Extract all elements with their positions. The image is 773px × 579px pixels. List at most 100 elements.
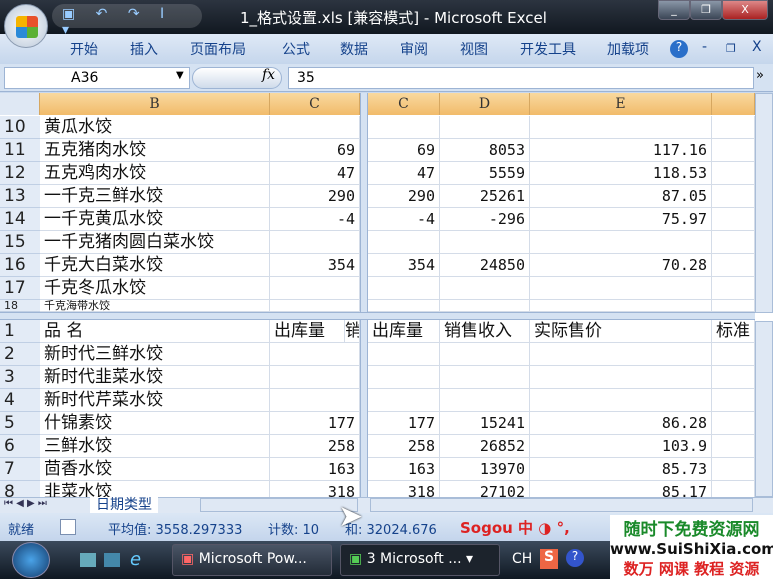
quick-access-toolbar[interactable]: ▣ ↶ ↷ I ▾ [52, 4, 202, 38]
cell[interactable]: 一千克三鲜水饺 [40, 185, 270, 208]
taskbar-item-powerpoint[interactable]: ▣ Microsoft Pow... [172, 544, 332, 576]
cell[interactable]: 177 [368, 412, 440, 435]
row-header[interactable]: 13 [0, 185, 40, 208]
tab-review[interactable]: 审阅 [400, 39, 428, 59]
cell[interactable]: 千克海带水饺 [40, 300, 270, 312]
cell[interactable] [368, 366, 440, 389]
tab-addins[interactable]: 加载项 [607, 39, 649, 59]
taskbar-item-excel[interactable]: ▣ 3 Microsoft ... ▾ [340, 544, 500, 576]
name-box[interactable]: A36 [4, 67, 190, 89]
cell[interactable] [440, 366, 530, 389]
cell[interactable]: 354 [270, 254, 360, 277]
vertical-split-bar[interactable] [360, 93, 368, 497]
cell[interactable] [368, 116, 440, 139]
row-header[interactable]: 7 [0, 458, 40, 481]
cell[interactable]: 75.97 [530, 208, 712, 231]
cell[interactable]: 26852 [440, 435, 530, 458]
cell[interactable]: 新时代芹菜水饺 [40, 389, 270, 412]
cell[interactable] [270, 277, 360, 300]
cell[interactable]: 品 名 [40, 320, 270, 343]
cell[interactable]: 290 [368, 185, 440, 208]
cell[interactable]: 一千克黄瓜水饺 [40, 208, 270, 231]
row-header[interactable]: 10 [0, 116, 40, 139]
cell[interactable] [712, 277, 755, 300]
row-header[interactable]: 18 [0, 300, 40, 312]
cell[interactable] [530, 277, 712, 300]
cell[interactable]: 103.9 [530, 435, 712, 458]
horizontal-split-bar[interactable] [0, 312, 755, 320]
cell[interactable] [440, 389, 530, 412]
cell[interactable]: 24850 [440, 254, 530, 277]
row-header[interactable]: 3 [0, 366, 40, 389]
column-header-c[interactable]: C [270, 93, 360, 115]
cell[interactable] [530, 116, 712, 139]
cell[interactable]: 销售收入 [440, 320, 530, 343]
ie-icon[interactable]: e [130, 549, 141, 570]
cell[interactable] [712, 435, 755, 458]
cell[interactable]: 47 [270, 162, 360, 185]
cell[interactable] [368, 389, 440, 412]
cell[interactable] [270, 116, 360, 139]
cell[interactable]: 87.05 [530, 185, 712, 208]
ribbon-restore-button[interactable]: ❐ [726, 42, 736, 55]
cell[interactable]: 69 [368, 139, 440, 162]
switch-windows-icon[interactable] [104, 553, 120, 567]
sogou-tray-icon[interactable]: S [540, 549, 558, 569]
cell[interactable]: 出库量 [368, 320, 440, 343]
formula-input[interactable]: 35 [288, 67, 754, 89]
tab-home[interactable]: 开始 [70, 39, 98, 59]
row-header[interactable]: 2 [0, 343, 40, 366]
column-header-f[interactable] [712, 93, 755, 115]
cell[interactable] [368, 300, 440, 312]
cell[interactable] [440, 277, 530, 300]
cell[interactable] [530, 231, 712, 254]
cell[interactable]: 五克鸡肉水饺 [40, 162, 270, 185]
cell[interactable]: 标准 [712, 320, 755, 343]
row-header[interactable]: 1 [0, 320, 40, 343]
cell[interactable]: 8053 [440, 139, 530, 162]
cell[interactable] [270, 389, 360, 412]
sogou-ime-bar[interactable]: Sogou 中 ◑ °, [460, 517, 570, 538]
sheet-tab[interactable]: 日期类型 [90, 497, 158, 513]
sheet-nav-buttons[interactable]: ⏮ ◀ ▶ ⏭ [4, 498, 47, 509]
cell[interactable]: 15241 [440, 412, 530, 435]
cell[interactable]: -4 [270, 208, 360, 231]
cell[interactable] [712, 162, 755, 185]
cell[interactable] [712, 389, 755, 412]
cell[interactable]: 290 [270, 185, 360, 208]
cell[interactable] [440, 116, 530, 139]
cell[interactable] [712, 231, 755, 254]
column-header-e[interactable]: E [530, 93, 712, 115]
row-header[interactable]: 4 [0, 389, 40, 412]
cell[interactable]: 13970 [440, 458, 530, 481]
start-button[interactable] [12, 542, 50, 578]
cell[interactable]: -4 [368, 208, 440, 231]
row-header[interactable]: 11 [0, 139, 40, 162]
cell[interactable] [530, 300, 712, 312]
cell[interactable]: 出库量 [270, 320, 345, 343]
name-box-dropdown-icon[interactable]: ▼ [176, 70, 184, 81]
cell[interactable]: 258 [368, 435, 440, 458]
column-header-c[interactable]: C [368, 93, 440, 115]
cell[interactable]: 什锦素饺 [40, 412, 270, 435]
cell[interactable] [368, 343, 440, 366]
row-header[interactable]: 15 [0, 231, 40, 254]
cell[interactable] [712, 343, 755, 366]
help-icon[interactable]: ? [670, 40, 688, 58]
cell[interactable]: 86.28 [530, 412, 712, 435]
office-button[interactable] [4, 4, 48, 48]
cell[interactable] [270, 231, 360, 254]
minimize-button[interactable]: _ [658, 0, 690, 20]
spreadsheet-grid[interactable]: B C C D E 10 黄瓜水饺 11 五克猪肉水饺 69 69 8053 117.16 12 五克鸡肉水… [0, 93, 773, 513]
cell[interactable]: 177 [270, 412, 360, 435]
insert-function-button[interactable]: fx [262, 67, 275, 83]
cell[interactable]: 5559 [440, 162, 530, 185]
tab-formulas[interactable]: 公式 [282, 39, 310, 59]
cell[interactable] [712, 116, 755, 139]
cell[interactable]: 新时代韭菜水饺 [40, 366, 270, 389]
cell[interactable]: 47 [368, 162, 440, 185]
row-header[interactable]: 12 [0, 162, 40, 185]
column-header-b[interactable]: B [40, 93, 270, 115]
cell[interactable]: 三鲜水饺 [40, 435, 270, 458]
tab-page-layout[interactable]: 页面布局 [190, 39, 246, 59]
